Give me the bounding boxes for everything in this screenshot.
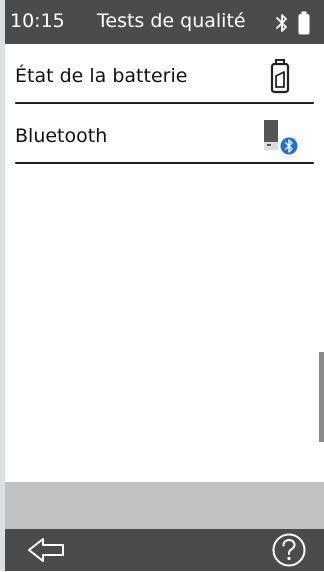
quality-tests-list: État de la batterie Bluetooth xyxy=(5,44,324,164)
page-title: Tests de qualité xyxy=(97,10,246,32)
divider xyxy=(15,162,314,164)
footer-band xyxy=(5,482,324,529)
status-bar: 10:15 Tests de qualité xyxy=(5,0,324,44)
battery-icon xyxy=(298,11,310,35)
bluetooth-icon xyxy=(275,13,289,33)
help-icon[interactable] xyxy=(271,532,307,568)
list-item-label: État de la batterie xyxy=(15,65,188,87)
list-item-label: Bluetooth xyxy=(15,125,108,147)
back-arrow-icon[interactable] xyxy=(25,533,69,567)
device-bluetooth-icon xyxy=(261,118,301,156)
bottom-nav-bar xyxy=(5,529,324,571)
scrollbar-thumb[interactable] xyxy=(319,352,324,442)
battery-icon xyxy=(269,58,291,96)
list-item-battery-status[interactable]: État de la batterie xyxy=(5,44,324,104)
status-time: 10:15 xyxy=(10,10,65,32)
list-item-bluetooth[interactable]: Bluetooth xyxy=(5,104,324,164)
